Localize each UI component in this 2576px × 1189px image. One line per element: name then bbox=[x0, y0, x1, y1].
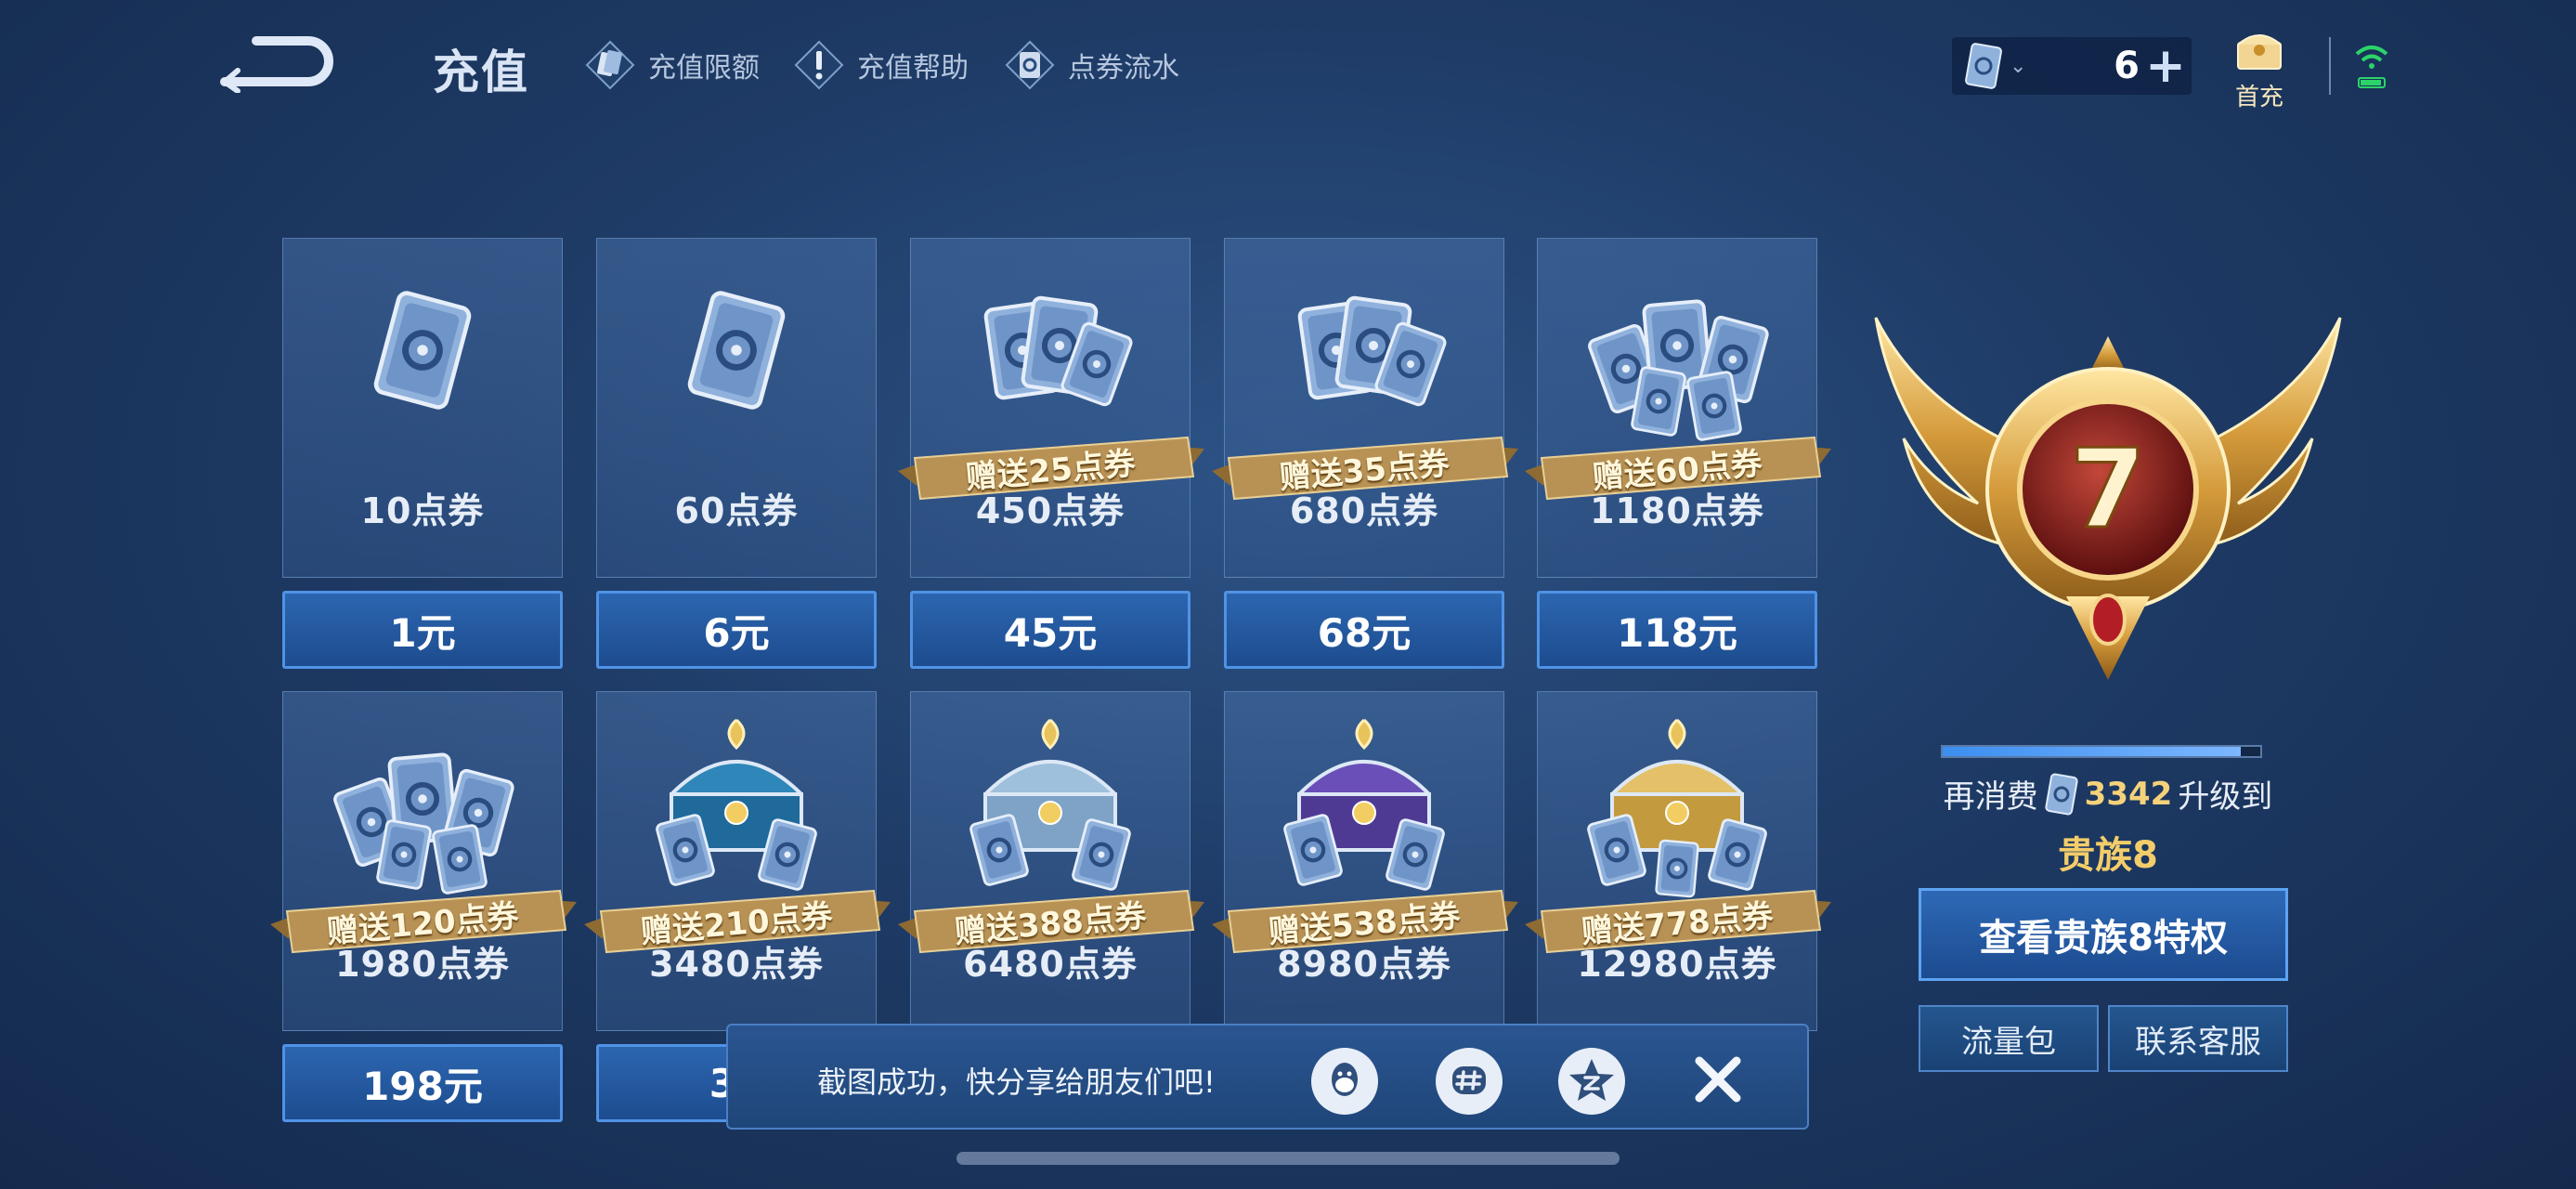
purple-chest-icon bbox=[1283, 718, 1445, 891]
close-icon[interactable] bbox=[1688, 1050, 1748, 1109]
price-button[interactable]: 6元 bbox=[596, 591, 877, 669]
coupon-balance[interactable]: ⌄ 6 + bbox=[1952, 37, 2192, 95]
package-card[interactable]: 10点券 bbox=[282, 238, 563, 578]
exclamation-icon bbox=[794, 40, 844, 90]
nav-label: 充值限额 bbox=[648, 52, 760, 85]
coupon-amount: 12980点券 bbox=[1577, 944, 1777, 985]
spend-suffix: 升级到 bbox=[2178, 778, 2273, 816]
toast-message: 截图成功，快分享给朋友们吧! bbox=[817, 1065, 1216, 1100]
coupon-stack-icon bbox=[983, 295, 1133, 407]
coupon-amount: 1180点券 bbox=[1590, 490, 1764, 531]
coupon-currency-icon bbox=[2045, 773, 2078, 815]
noble-rank-emblem: 7 bbox=[1874, 317, 2342, 680]
nav-coupon-history[interactable]: 点券流水 bbox=[1005, 39, 1179, 91]
chevron-down-icon[interactable]: ⌄ bbox=[2010, 55, 2026, 78]
spend-amount: 3342 bbox=[2084, 775, 2173, 813]
silver-chest-icon bbox=[969, 718, 1131, 891]
blue-chest-icon bbox=[656, 718, 817, 891]
package-card[interactable]: 赠送60点券 1180点券 bbox=[1525, 238, 1831, 578]
noble-progress-fill bbox=[1943, 747, 2242, 756]
page-title: 充值 bbox=[433, 46, 529, 99]
nav-recharge-help[interactable]: 充值帮助 bbox=[794, 39, 969, 91]
coupon-amount: 60点券 bbox=[674, 490, 799, 531]
single-coupon-icon bbox=[687, 291, 786, 410]
package-card[interactable]: 赠送210点券 3480点券 bbox=[584, 691, 891, 1031]
spend-prefix: 再消费 bbox=[1943, 778, 2038, 816]
package-card[interactable]: 赠送778点券 12980点券 bbox=[1525, 691, 1831, 1031]
package-card[interactable]: 60点券 bbox=[596, 238, 877, 578]
package-card[interactable]: 赠送120点券 1980点券 bbox=[270, 691, 577, 1031]
coupon-amount: 3480点券 bbox=[649, 944, 824, 985]
coupon-amount: 6480点券 bbox=[963, 944, 1138, 985]
wechat-moments-icon[interactable] bbox=[1436, 1048, 1503, 1115]
next-noble-level: 贵族8 bbox=[2058, 834, 2158, 877]
coupon-amount: 450点券 bbox=[975, 490, 1125, 531]
back-arrow-icon[interactable] bbox=[219, 33, 340, 93]
card-icon bbox=[585, 40, 635, 90]
coupon-currency-icon bbox=[1965, 43, 2002, 89]
view-noble-privileges-button[interactable]: 查看贵族8特权 bbox=[1919, 888, 2288, 981]
price-button[interactable]: 45元 bbox=[910, 591, 1190, 669]
single-coupon-icon bbox=[373, 291, 472, 410]
nav-label: 点券流水 bbox=[1068, 52, 1179, 85]
noble-progress-bar bbox=[1941, 745, 2262, 758]
coupon-pile-icon bbox=[333, 752, 514, 895]
coupon-stack-icon bbox=[1297, 295, 1447, 407]
price-button[interactable]: 198元 bbox=[282, 1044, 563, 1122]
first-recharge-label: 首充 bbox=[2234, 84, 2283, 111]
coupon-amount: 10点券 bbox=[360, 490, 485, 531]
add-coupons-button[interactable]: + bbox=[2140, 42, 2192, 90]
nav-label: 充值帮助 bbox=[857, 52, 969, 85]
noble-level-number: 7 bbox=[2070, 425, 2146, 553]
first-recharge-button[interactable]: 首充 bbox=[2227, 26, 2292, 112]
gift-chest-icon bbox=[2237, 34, 2282, 70]
qq-share-icon[interactable] bbox=[1311, 1048, 1378, 1115]
package-card[interactable]: 赠送35点券 680点券 bbox=[1212, 238, 1518, 578]
home-indicator[interactable] bbox=[956, 1152, 1620, 1165]
price-button[interactable]: 118元 bbox=[1537, 591, 1817, 669]
divider bbox=[2329, 37, 2331, 95]
coupon-icon bbox=[1005, 40, 1055, 90]
wifi-signal-icon bbox=[2355, 46, 2388, 88]
customer-service-button[interactable]: 联系客服 bbox=[2108, 1005, 2288, 1072]
package-card[interactable]: 赠送538点券 8980点券 bbox=[1212, 691, 1518, 1031]
coupon-pile-icon bbox=[1588, 299, 1769, 441]
nav-recharge-limit[interactable]: 充值限额 bbox=[585, 39, 760, 91]
coupon-amount: 1980点券 bbox=[335, 944, 510, 985]
coupon-amount: 8980点券 bbox=[1277, 944, 1451, 985]
package-card[interactable]: 赠送388点券 6480点券 bbox=[898, 691, 1204, 1031]
package-card[interactable]: 赠送25点券 450点券 bbox=[898, 238, 1204, 578]
noble-upgrade-hint: 再消费 3342 升级到 bbox=[1904, 771, 2312, 817]
screenshot-share-toast: 截图成功，快分享给朋友们吧! bbox=[726, 1024, 1809, 1130]
gold-chest-icon bbox=[1587, 718, 1767, 898]
price-button[interactable]: 1元 bbox=[282, 591, 563, 669]
data-package-button[interactable]: 流量包 bbox=[1919, 1005, 2099, 1072]
qzone-share-icon[interactable] bbox=[1558, 1048, 1625, 1115]
coupon-amount: 680点券 bbox=[1289, 490, 1439, 531]
price-button[interactable]: 68元 bbox=[1224, 591, 1504, 669]
balance-value: 6 bbox=[2114, 45, 2140, 87]
